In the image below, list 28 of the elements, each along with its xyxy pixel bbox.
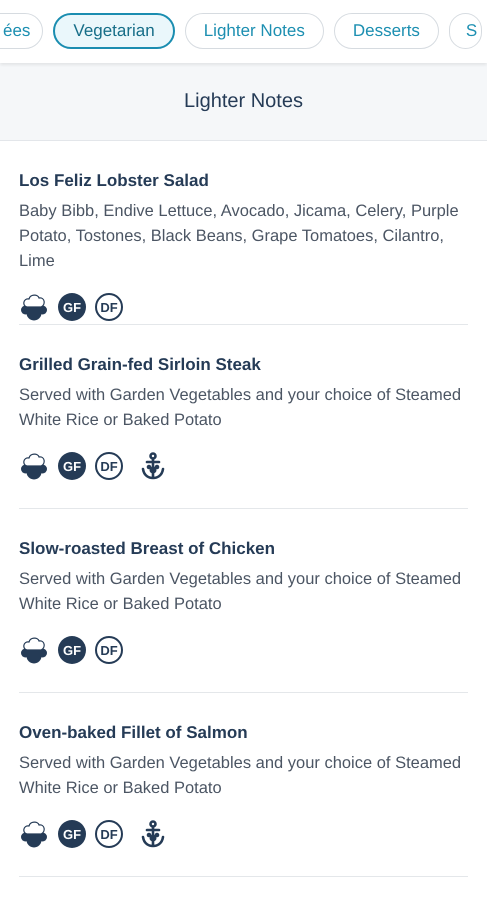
dairy-free-badge: DF [95,636,123,664]
dish-description: Served with Garden Vegetables and your choice of Steamed White Rice or Baked Potato [19,385,462,431]
filter-chip[interactable]: Desserts [334,13,439,49]
dish-name: Slow-roasted Breast of Chicken [19,539,276,559]
chef-mouse-icon [19,451,49,481]
dish-name: Grilled Grain-fed Sirloin Steak [19,355,262,375]
dish-description: Served with Garden Vegetables and your choice of Steamed White Rice or Baked Potato [19,569,462,615]
dish-name: Oven-baked Fillet of Salmon [19,723,249,743]
filter-chip[interactable]: Vegetarian [53,13,175,49]
filter-chip[interactable]: S [448,13,482,49]
gluten-free-badge: GF [58,452,86,480]
dish-description: Served with Garden Vegetables and your choice of Steamed White Rice or Baked Potato [19,753,462,799]
anchor-icon [140,819,166,849]
dairy-free-badge: DF [95,452,123,480]
section-title: Lighter Notes [184,90,303,113]
chef-mouse-icon [19,292,49,322]
gluten-free-badge: GF [58,293,86,321]
filter-chip[interactable]: Lighter Notes [184,13,324,49]
gluten-free-badge: GF [58,820,86,848]
anchor-icon [140,451,166,481]
dairy-free-badge: DF [95,293,123,321]
dish-description: Baby Bibb, Endive Lettuce, Avocado, Jicama, Celery, Purple Potato, Tostones, Black Beans, Grape Tomatoes, Cilantro, Lime [19,201,460,272]
dish-name: Los Feliz Lobster Salad [19,171,210,191]
gluten-free-badge: GF [58,636,86,664]
filter-chip[interactable]: ées [0,13,44,49]
chef-mouse-icon [19,819,49,849]
dairy-free-badge: DF [95,820,123,848]
chef-mouse-icon [19,635,49,665]
